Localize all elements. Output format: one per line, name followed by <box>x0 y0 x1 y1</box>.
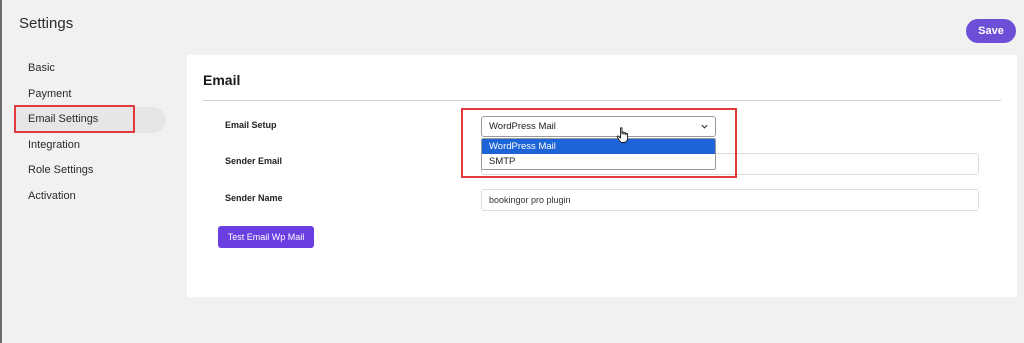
sidebar-item-basic[interactable]: Basic <box>14 56 166 82</box>
window-left-border <box>0 0 2 343</box>
sidebar-item-payment[interactable]: Payment <box>14 82 166 108</box>
chevron-down-icon <box>701 124 708 129</box>
save-button[interactable]: Save <box>966 19 1016 43</box>
settings-sidebar: Basic Payment Email Settings Integration… <box>14 56 166 209</box>
sidebar-item-label: Integration <box>28 138 80 151</box>
page-title: Settings <box>19 15 74 32</box>
panel-title: Email <box>203 72 241 88</box>
sender-name-label: Sender Name <box>225 193 283 203</box>
email-setup-dropdown: WordPress Mail SMTP <box>481 138 716 170</box>
dropdown-option-wordpress-mail[interactable]: WordPress Mail <box>482 139 715 154</box>
email-setup-selected-value: WordPress Mail <box>489 121 556 132</box>
hand-pointer-icon <box>616 127 629 143</box>
test-email-button[interactable]: Test Email Wp Mail <box>218 226 314 248</box>
sidebar-item-label: Basic <box>28 62 55 74</box>
sidebar-item-activation[interactable]: Activation <box>14 184 166 210</box>
highlight-box <box>14 105 135 133</box>
sender-name-field[interactable]: bookingor pro plugin <box>481 189 979 211</box>
divider <box>203 100 1001 101</box>
sidebar-item-role-settings[interactable]: Role Settings <box>14 158 166 184</box>
sender-email-label: Sender Email <box>225 156 283 166</box>
email-setup-label: Email Setup <box>225 120 277 130</box>
email-settings-panel: Email Email Setup Sender Email Sender Na… <box>187 55 1017 297</box>
dropdown-option-smtp[interactable]: SMTP <box>482 154 715 169</box>
sender-name-value: bookingor pro plugin <box>489 195 571 205</box>
sidebar-item-label: Payment <box>28 87 72 100</box>
sidebar-item-integration[interactable]: Integration <box>14 133 166 159</box>
sidebar-item-label: Role Settings <box>28 164 94 176</box>
sidebar-item-label: Activation <box>28 189 76 202</box>
email-setup-select[interactable]: WordPress Mail <box>481 116 716 137</box>
sidebar-item-email-settings[interactable]: Email Settings <box>14 105 166 133</box>
